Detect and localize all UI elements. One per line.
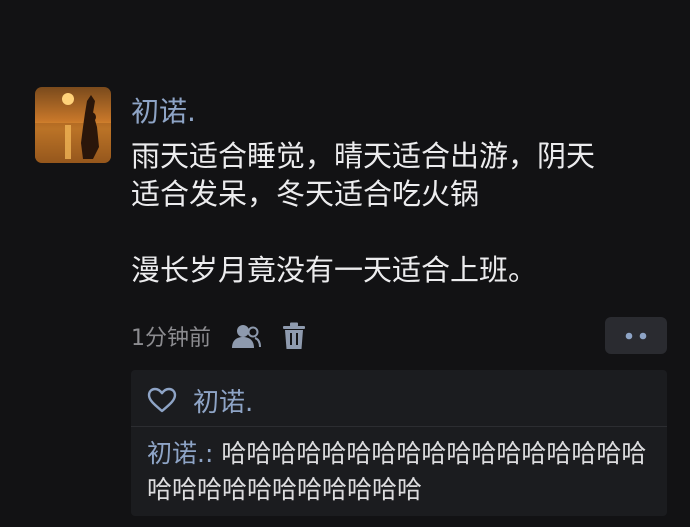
post-text-line: 雨天适合睡觉，晴天适合出游，阴天 xyxy=(131,139,596,173)
more-options-button[interactable] xyxy=(605,317,667,354)
person-icon[interactable] xyxy=(229,319,263,353)
divider xyxy=(131,426,667,427)
avatar-sunset-image xyxy=(35,87,111,163)
post-text-line: 漫长岁月竟没有一天适合上班。 xyxy=(131,253,538,287)
comment-item[interactable]: 初诺.: 哈哈哈哈哈哈哈哈哈哈哈哈哈哈哈哈哈哈哈哈哈哈哈哈哈哈哈哈 xyxy=(147,436,657,508)
comment-author[interactable]: 初诺. xyxy=(147,439,205,468)
likes-row: 初诺. xyxy=(147,382,253,418)
trash-icon[interactable] xyxy=(277,319,311,353)
post-text-line: 适合发呆，冬天适合吃火锅 xyxy=(131,177,480,211)
post-timestamp: 1分钟前 xyxy=(131,326,211,351)
comment-text: 哈哈哈哈哈哈哈哈哈哈哈哈哈哈哈哈哈哈哈哈哈哈哈哈哈哈哈哈 xyxy=(147,439,647,504)
liker-name[interactable]: 初诺. xyxy=(193,382,253,419)
more-dots-icon xyxy=(625,332,647,339)
post-meta: 1分钟前 xyxy=(131,318,311,354)
post-author-name[interactable]: 初诺. xyxy=(131,92,196,132)
likes-comments-panel: 初诺. 初诺.: 哈哈哈哈哈哈哈哈哈哈哈哈哈哈哈哈哈哈哈哈哈哈哈哈哈哈哈哈 xyxy=(131,370,667,516)
avatar[interactable] xyxy=(35,87,111,163)
post-body: 雨天适合睡觉，晴天适合出游，阴天 适合发呆，冬天适合吃火锅 漫长岁月竟没有一天适… xyxy=(131,137,671,289)
comment-separator: : xyxy=(204,439,222,468)
heart-outline-icon xyxy=(147,385,181,415)
